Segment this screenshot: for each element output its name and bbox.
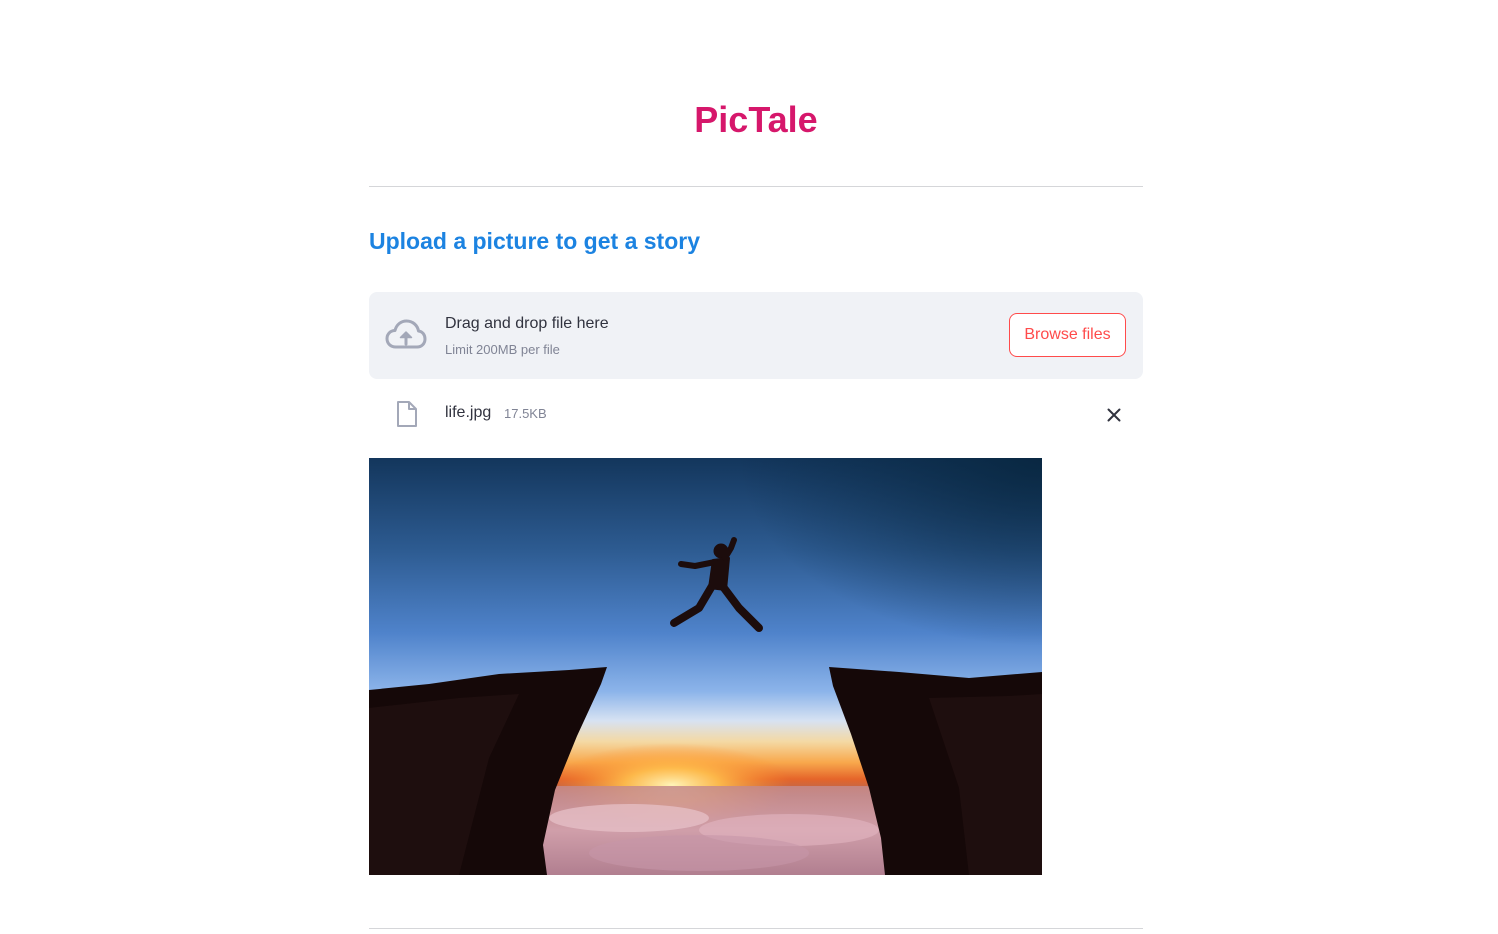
uploaded-image-preview [369,458,1042,875]
upload-heading: Upload a picture to get a story [369,228,700,254]
cloud-upload-icon [385,318,427,352]
dropzone-label: Drag and drop file here [445,315,609,332]
remove-file-button[interactable] [1101,402,1127,428]
file-limit-label: Limit 200MB per file [445,342,560,357]
app-title: PicTale [694,99,818,140]
uploaded-file-row: life.jpg 17.5KB [369,392,1143,436]
file-dropzone[interactable]: Drag and drop file here Limit 200MB per … [369,292,1143,379]
cliff-jump-picture [369,458,1042,875]
file-name: life.jpg [445,404,492,421]
main-container: PicTale Upload a picture to get a story … [369,0,1143,934]
close-icon [1101,408,1127,431]
browse-files-button[interactable]: Browse files [1009,313,1126,357]
file-size: 17.5KB [504,406,547,421]
file-icon [395,400,419,428]
dropzone-instructions: Drag and drop file here Limit 200MB per … [445,312,609,360]
bottom-divider [369,928,1143,929]
top-divider [369,186,1143,187]
